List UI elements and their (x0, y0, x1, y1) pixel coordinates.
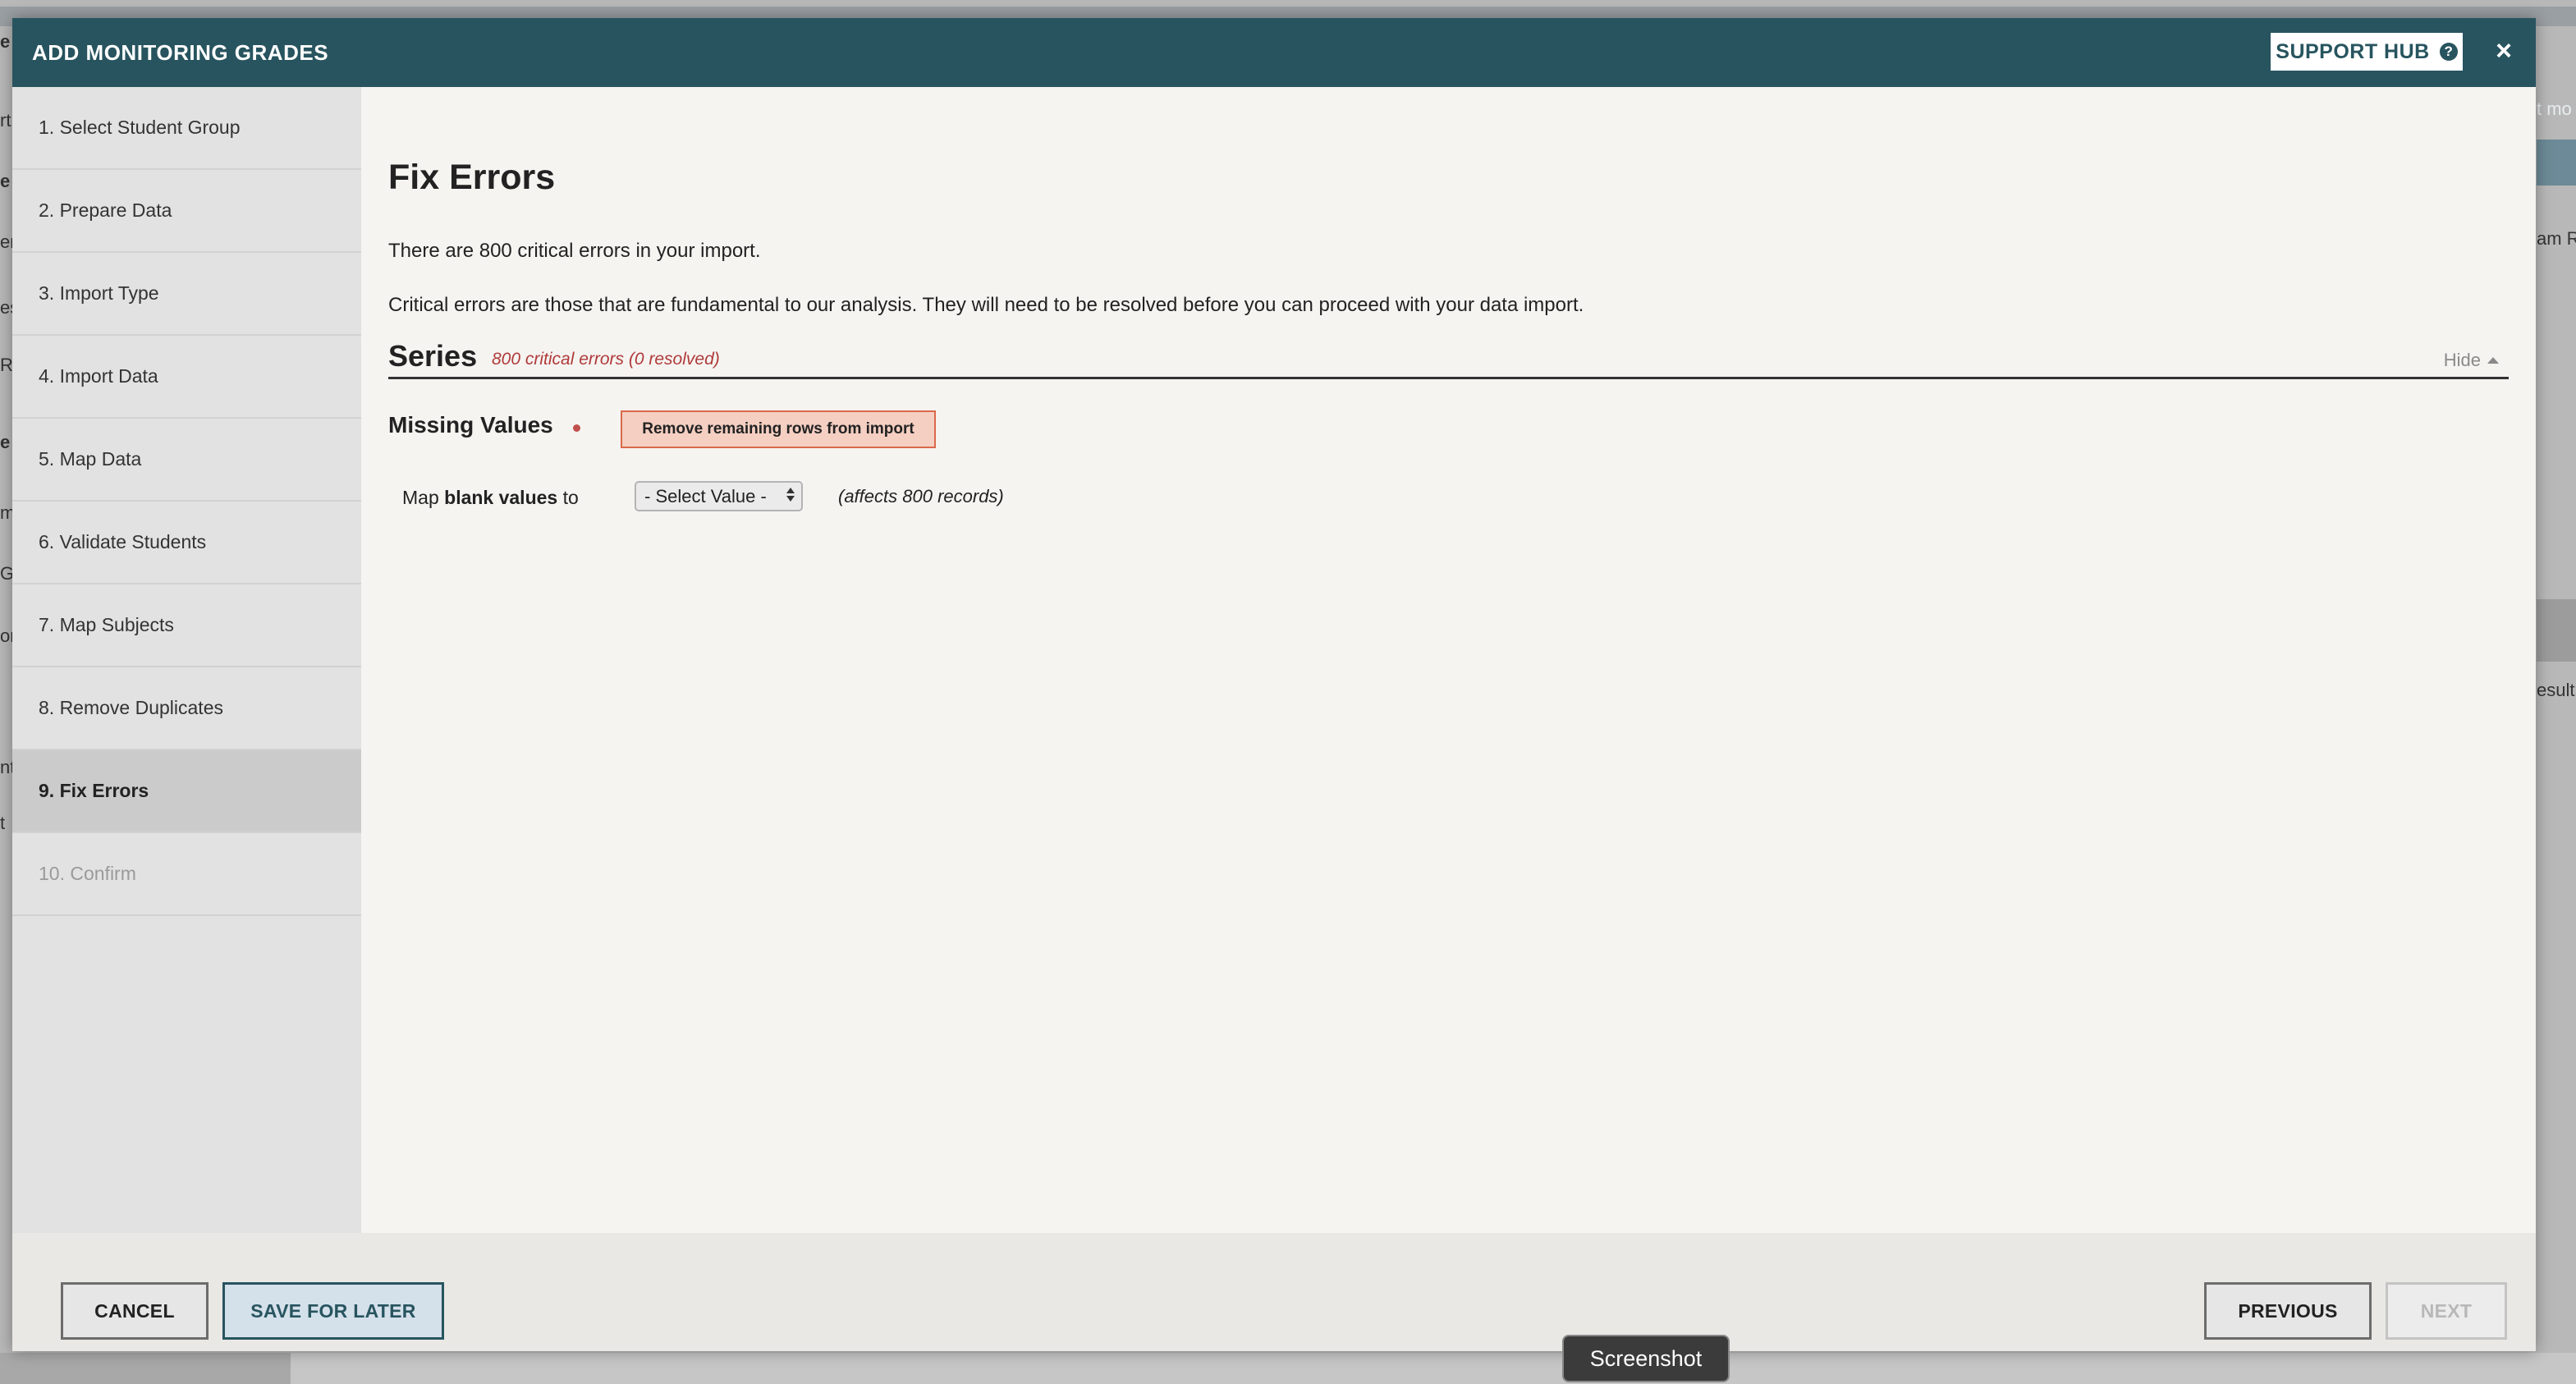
background-text: e (0, 171, 11, 191)
map-prefix: Map (402, 486, 439, 508)
map-suffix: to (562, 486, 579, 508)
modal-footer: CANCEL SAVE FOR LATER PREVIOUS NEXT (12, 1233, 2536, 1351)
cancel-button[interactable]: CANCEL (61, 1282, 209, 1340)
map-bold: blank values (444, 486, 558, 508)
affects-records-note: (affects 800 records) (838, 486, 1004, 506)
modal-header: ADD MONITORING GRADES SUPPORT HUB ? × (12, 18, 2536, 87)
help-icon: ? (2439, 43, 2458, 61)
background-text: am R (2537, 228, 2576, 249)
error-description: Critical errors are those that are funda… (388, 294, 1584, 316)
step-map-subjects[interactable]: 7. Map Subjects (12, 584, 361, 667)
hide-label: Hide (2443, 350, 2481, 370)
section-title: Series (388, 339, 478, 373)
background-bottom-left (0, 1353, 291, 1384)
step-confirm: 10. Confirm (12, 833, 361, 916)
main-content: Fix Errors There are 800 critical errors… (361, 87, 2536, 1233)
screenshot-tooltip: Screenshot (1562, 1335, 1730, 1382)
caret-up-icon (2487, 357, 2499, 364)
step-prepare-data[interactable]: 2. Prepare Data (12, 170, 361, 253)
import-modal: ADD MONITORING GRADES SUPPORT HUB ? × 1.… (12, 18, 2536, 1351)
hide-toggle[interactable]: Hide (2444, 350, 2499, 371)
close-icon[interactable]: × (2489, 34, 2519, 67)
step-validate-students[interactable]: 6. Validate Students (12, 502, 361, 584)
next-button: NEXT (2386, 1282, 2507, 1340)
support-hub-label: SUPPORT HUB (2276, 39, 2430, 63)
select-value-text: - Select Value - (644, 485, 767, 506)
step-import-type[interactable]: 3. Import Type (12, 253, 361, 336)
background-text: R (0, 355, 13, 375)
required-dot-icon (573, 424, 580, 432)
steps-sidebar: 1. Select Student Group 2. Prepare Data … (12, 87, 361, 1233)
background-bottom (0, 1353, 2576, 1384)
background-right-band-2 (2537, 599, 2576, 662)
series-section-header: Series 800 critical errors (0 resolved) … (388, 339, 2509, 379)
step-remove-duplicates[interactable]: 8. Remove Duplicates (12, 667, 361, 750)
background-text: t (0, 813, 6, 833)
step-map-data[interactable]: 5. Map Data (12, 419, 361, 502)
section-error-count: 800 critical errors (0 resolved) (492, 350, 720, 369)
save-for-later-button[interactable]: SAVE FOR LATER (222, 1282, 444, 1340)
background-text: esult (2537, 680, 2575, 700)
missing-values-title: Missing Values (388, 412, 553, 438)
map-blank-values-row: Map blank values to (402, 481, 579, 514)
previous-button[interactable]: PREVIOUS (2204, 1282, 2372, 1340)
remove-rows-button[interactable]: Remove remaining rows from import (621, 410, 936, 448)
modal-title: ADD MONITORING GRADES (32, 40, 329, 65)
select-arrows-icon (786, 488, 795, 502)
step-select-student-group[interactable]: 1. Select Student Group (12, 87, 361, 170)
step-import-data[interactable]: 4. Import Data (12, 336, 361, 419)
background-text: e (0, 31, 11, 52)
background-right-band (2537, 140, 2576, 186)
map-label: Map blank values to (402, 487, 579, 509)
background-text: t mo (2537, 99, 2572, 119)
background-text: rt (0, 110, 11, 131)
select-value-dropdown[interactable]: - Select Value - (635, 481, 803, 511)
support-hub-button[interactable]: SUPPORT HUB ? (2269, 31, 2464, 72)
step-fix-errors[interactable]: 9. Fix Errors (12, 750, 361, 833)
page-title: Fix Errors (388, 158, 556, 197)
error-summary: There are 800 critical errors in your im… (388, 240, 761, 262)
background-text: e (0, 432, 11, 452)
